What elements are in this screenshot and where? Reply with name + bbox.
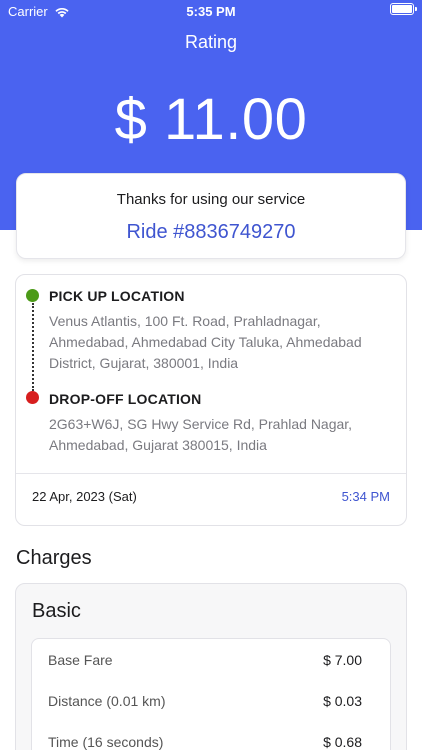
- route-dotted-line: [32, 303, 34, 391]
- basic-section-title: Basic: [32, 600, 81, 622]
- fare-value: $ 0.68: [323, 734, 362, 750]
- status-bar: Carrier 5:35 PM: [0, 0, 422, 22]
- page-title: Rating: [184, 32, 238, 52]
- fare-row-time: Time (16 seconds) $ 0.68: [32, 734, 392, 750]
- fare-label: Distance (0.01 km): [48, 693, 166, 709]
- ride-id: Ride #8836749270: [126, 221, 296, 243]
- fare-row-distance: Distance (0.01 km) $ 0.03: [32, 693, 392, 713]
- fare-value: $ 7.00: [323, 652, 362, 668]
- basic-charges-card: Basic Base Fare $ 7.00 Distance (0.01 km…: [15, 583, 407, 750]
- thanks-message: Thanks for using our service: [116, 191, 306, 208]
- status-right: [390, 3, 417, 15]
- dropoff-address: 2G63+W6J, SG Hwy Service Rd, Prahlad Nag…: [49, 416, 353, 453]
- dropoff-label: DROP-OFF LOCATION: [49, 391, 202, 407]
- charges-heading: Charges: [16, 547, 92, 569]
- ride-receipt-screen: Carrier 5:35 PM Rating $ 11.00 Thanks fo…: [0, 0, 422, 750]
- battery-icon: [390, 3, 417, 15]
- trip-time: 5:34 PM: [341, 489, 390, 504]
- divider: [16, 473, 406, 474]
- fare-breakdown: Base Fare $ 7.00 Distance (0.01 km) $ 0.…: [31, 638, 391, 750]
- total-amount: $ 11.00: [114, 87, 308, 152]
- dropoff-marker-icon: [26, 391, 39, 404]
- fare-label: Base Fare: [48, 652, 113, 668]
- trip-locations-card: PICK UP LOCATION Venus Atlantis, 100 Ft.…: [15, 274, 407, 526]
- pickup-label: PICK UP LOCATION: [49, 288, 185, 304]
- status-time: 5:35 PM: [186, 4, 236, 19]
- fare-label: Time (16 seconds): [48, 734, 164, 750]
- fare-row-base-fare: Base Fare $ 7.00: [32, 652, 392, 672]
- fare-value: $ 0.03: [323, 693, 362, 709]
- pickup-address: Venus Atlantis, 100 Ft. Road, Prahladnag…: [49, 313, 362, 371]
- battery-fill: [392, 5, 412, 13]
- trip-date: 22 Apr, 2023 (Sat): [32, 489, 137, 504]
- pickup-marker-icon: [26, 289, 39, 302]
- thanks-card: Thanks for using our service Ride #88367…: [16, 173, 406, 259]
